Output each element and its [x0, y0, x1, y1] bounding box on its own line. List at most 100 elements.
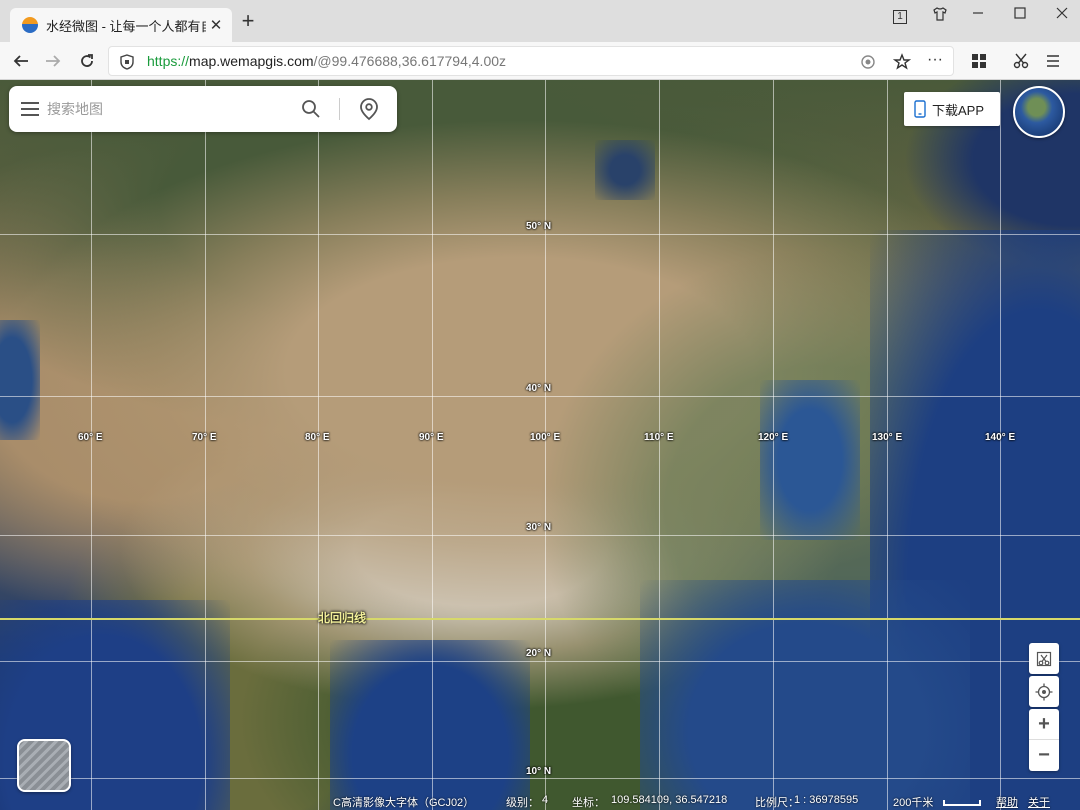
window-counter: 1: [893, 10, 907, 24]
tab-title: 水经微图 - 让每一个人都有自: [46, 18, 206, 34]
download-app-label: 下载APP: [932, 102, 985, 118]
crop-scissors-icon: [1036, 651, 1052, 666]
latitude-label: 50° N: [526, 221, 552, 232]
latitude-label: 20° N: [526, 648, 552, 659]
longitude-label: 140° E: [985, 432, 1016, 443]
maximize-button[interactable]: [1010, 6, 1030, 24]
navigation-bar: https://map.wemapgis.com/@99.476688,36.6…: [0, 42, 1080, 80]
lake-baikal: [595, 140, 655, 200]
shield-icon[interactable]: [119, 54, 135, 70]
menu-button[interactable]: [1042, 50, 1064, 72]
meridian-line: [887, 80, 888, 810]
zoom-level-value: 4: [542, 794, 549, 806]
scale-label: 比例尺：: [755, 797, 799, 809]
south-china-sea: [640, 580, 970, 810]
scissors-icon: [1013, 53, 1029, 69]
tropic-of-cancer-line: [0, 618, 1080, 620]
url-host: map.wemapgis.com: [189, 53, 314, 69]
caspian-sea: [0, 320, 40, 440]
bay-of-bengal: [330, 640, 530, 810]
reload-button[interactable]: [76, 50, 98, 72]
parallel-line: [0, 778, 1080, 779]
scale-bar-label: 200千米: [893, 797, 934, 809]
longitude-label: 130° E: [872, 432, 903, 443]
help-link[interactable]: 帮助: [996, 794, 1018, 810]
about-link[interactable]: 关于: [1028, 794, 1050, 810]
zoom-in-button[interactable]: +: [1029, 709, 1059, 740]
arrow-left-icon: [13, 55, 28, 67]
meridian-line: [773, 80, 774, 810]
coordinate-label: 坐标：: [572, 797, 605, 809]
coordinate-value: 109.584109, 36.547218: [611, 794, 728, 806]
hamburger-icon: [1047, 55, 1059, 67]
tropic-of-cancer-label: 北回归线: [318, 611, 367, 625]
longitude-label: 110° E: [644, 432, 674, 443]
search-input[interactable]: [47, 96, 287, 122]
layer-switcher-button[interactable]: [17, 739, 71, 792]
meridian-line: [318, 80, 319, 810]
screenshot-button[interactable]: [1010, 50, 1032, 72]
latitude-label: 30° N: [526, 522, 552, 533]
search-divider: [339, 98, 340, 120]
crosshair-icon: [1035, 683, 1053, 700]
meridian-line: [1000, 80, 1001, 810]
globe-view-button[interactable]: [1013, 86, 1065, 138]
longitude-label: 90° E: [419, 432, 444, 443]
meridian-line: [432, 80, 433, 810]
phone-icon: [914, 100, 926, 118]
url-path: /@99.476688,36.617794,4.00z: [313, 53, 507, 69]
meridian-line: [205, 80, 206, 810]
download-app-button[interactable]: 下载APP: [904, 92, 1000, 126]
address-bar[interactable]: https://map.wemapgis.com/@99.476688,36.6…: [108, 46, 954, 76]
longitude-label: 80° E: [305, 432, 330, 443]
grid-icon: [972, 54, 986, 68]
longitude-label: 100° E: [530, 432, 561, 443]
close-window-button[interactable]: [1052, 6, 1072, 24]
meridian-line: [91, 80, 92, 810]
status-bar: C高清影像大字体（GCJ02） 级别： 4 坐标： 109.584109, 36…: [0, 792, 1080, 810]
yellow-sea: [760, 380, 860, 540]
search-panel: [9, 86, 397, 132]
satellite-map[interactable]: 北回归线 60° E 70° E 80° E 90° E 100° E 110°…: [0, 80, 1080, 810]
latitude-label: 40° N: [526, 383, 552, 394]
longitude-label: 60° E: [78, 432, 103, 443]
longitude-label: 70° E: [192, 432, 217, 443]
location-target-icon[interactable]: [859, 53, 877, 71]
more-options-icon[interactable]: ···: [927, 51, 943, 69]
star-icon[interactable]: [893, 53, 911, 71]
latitude-label: 10° N: [526, 766, 552, 777]
meridian-line: [659, 80, 660, 810]
fullscreen-button[interactable]: [1029, 643, 1059, 674]
search-icon[interactable]: [301, 99, 321, 119]
apps-button[interactable]: [968, 50, 990, 72]
skin-icon[interactable]: [930, 6, 950, 24]
parallel-line: [0, 396, 1080, 397]
site-favicon-icon: [22, 17, 38, 33]
scale-value: 1 : 36978595: [794, 794, 859, 806]
close-tab-icon[interactable]: ✕: [208, 16, 224, 34]
zoom-control: + −: [1029, 709, 1059, 771]
location-pin-icon[interactable]: [358, 97, 380, 121]
parallel-line: [0, 661, 1080, 662]
layer-name: C高清影像大字体（GCJ02）: [333, 797, 475, 809]
zoom-level-label: 级别：: [506, 797, 539, 809]
forward-button[interactable]: [42, 50, 64, 72]
arrow-right-icon: [46, 55, 61, 67]
tab-bar: 水经微图 - 让每一个人都有自 ✕ + 1: [0, 0, 1080, 42]
back-button[interactable]: [10, 50, 32, 72]
browser-tab[interactable]: 水经微图 - 让每一个人都有自 ✕: [10, 8, 232, 42]
menu-icon[interactable]: [21, 102, 39, 116]
url-scheme: https://: [147, 53, 190, 69]
parallel-line: [0, 535, 1080, 536]
locate-button[interactable]: [1029, 676, 1059, 707]
minimize-button[interactable]: [968, 6, 988, 24]
window-counter-button[interactable]: 1: [890, 6, 910, 24]
scale-bar: [943, 800, 981, 806]
meridian-line: [545, 80, 546, 810]
new-tab-button[interactable]: +: [238, 10, 258, 32]
zoom-out-button[interactable]: −: [1029, 740, 1059, 771]
longitude-label: 120° E: [758, 432, 789, 443]
parallel-line: [0, 234, 1080, 235]
url-text[interactable]: https://map.wemapgis.com/@99.476688,36.6…: [147, 53, 506, 69]
reload-icon: [81, 54, 93, 67]
